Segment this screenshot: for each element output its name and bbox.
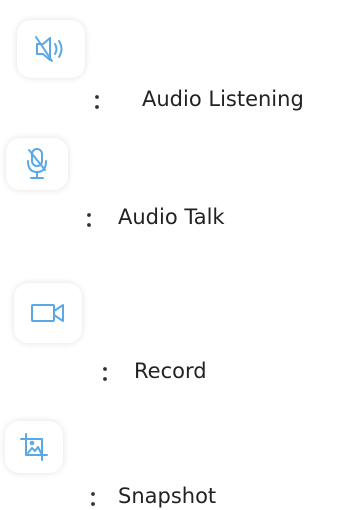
snapshot-image-icon <box>20 433 48 461</box>
microphone-icon <box>27 148 47 179</box>
audio-talk-label: Audio Talk <box>118 205 225 229</box>
colon-separator: ： <box>92 89 112 113</box>
colon-separator: ： <box>100 361 120 385</box>
colon-separator: ： <box>88 486 108 510</box>
audio-talk-button[interactable] <box>6 138 68 190</box>
colon-separator: ： <box>84 207 104 231</box>
record-button[interactable] <box>14 283 82 343</box>
video-camera-icon <box>31 304 64 322</box>
speaker-muted-icon <box>35 36 63 62</box>
snapshot-button[interactable] <box>5 421 63 473</box>
snapshot-label: Snapshot <box>118 484 217 508</box>
audio-listening-button[interactable] <box>17 20 85 78</box>
audio-listening-label: Audio Listening <box>142 87 304 111</box>
record-label: Record <box>134 359 207 383</box>
